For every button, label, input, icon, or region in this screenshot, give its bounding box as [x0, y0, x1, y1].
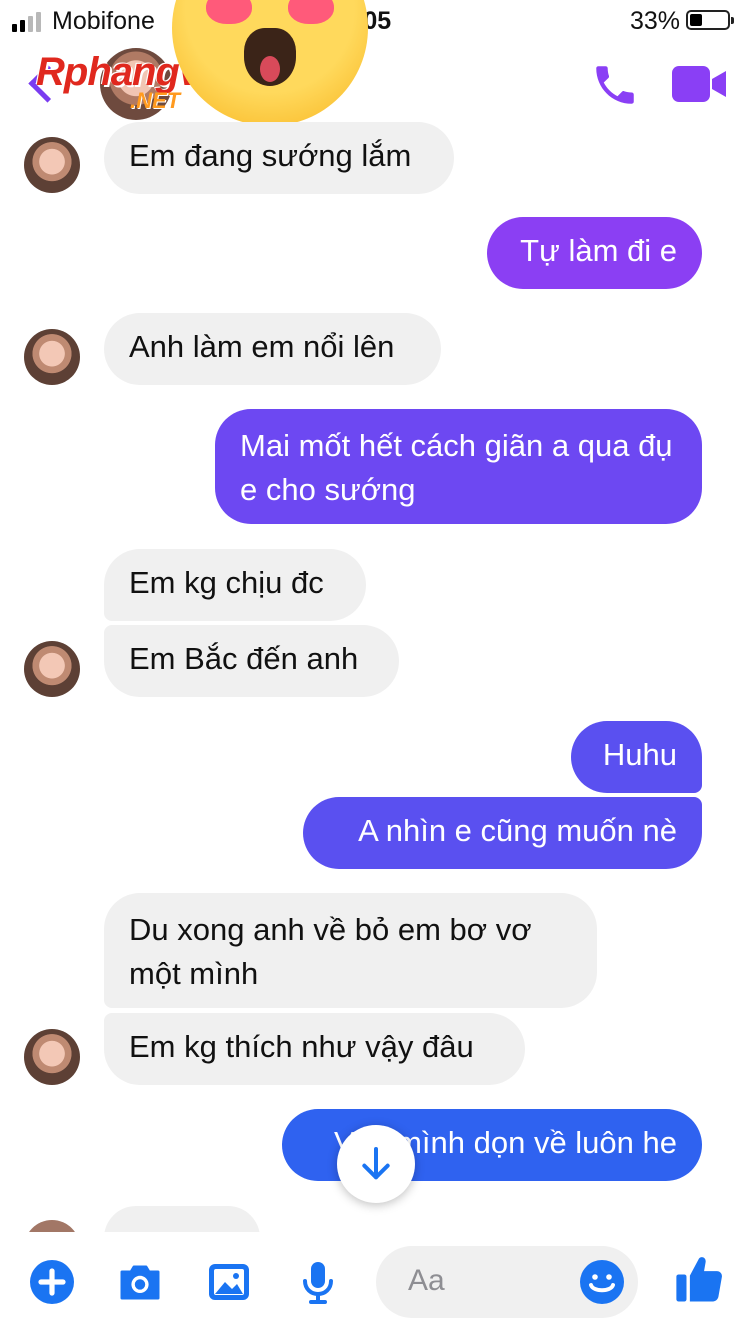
- microphone-icon[interactable]: [294, 1258, 342, 1306]
- like-icon[interactable]: [673, 1252, 727, 1306]
- scroll-to-bottom-button[interactable]: [337, 1125, 415, 1203]
- outgoing-message: Huhu: [571, 721, 702, 793]
- incoming-message: Anh làm em nổi lên: [104, 313, 441, 385]
- heart-eyes-emoji-icon: [172, 0, 368, 126]
- phone-icon[interactable]: [590, 60, 640, 110]
- incoming-message: Em kg chịu đc: [104, 549, 366, 621]
- incoming-message: Em Bắc đến anh: [104, 625, 399, 697]
- sender-avatar[interactable]: [24, 1029, 80, 1085]
- outgoing-message: A nhìn e cũng muốn nè: [303, 797, 702, 869]
- carrier-label: Mobifone: [52, 7, 155, 35]
- emoji-icon[interactable]: [578, 1258, 626, 1306]
- incoming-message: Em kg thích như vậy đâu: [104, 1013, 525, 1085]
- arrow-down-icon: [362, 1147, 390, 1180]
- signal-icon: [12, 12, 41, 32]
- gallery-icon[interactable]: [205, 1258, 253, 1306]
- sender-avatar[interactable]: [24, 137, 80, 193]
- incoming-message: Du xong anh về bỏ em bơ vơ một mình: [104, 893, 597, 1008]
- incoming-message: Em đang sướng lắm: [104, 122, 454, 194]
- battery-percent: 33%: [630, 7, 681, 35]
- camera-icon[interactable]: [116, 1258, 164, 1306]
- status-bar: Mobifone :05 33%: [0, 0, 750, 42]
- outgoing-message: Tự làm đi e: [487, 217, 702, 289]
- sender-avatar[interactable]: [24, 329, 80, 385]
- watermark-suffix: .NET: [130, 88, 181, 113]
- outgoing-message: Mai mốt hết cách giãn a qua đụ e cho sướ…: [215, 409, 702, 524]
- video-camera-icon[interactable]: [672, 64, 728, 104]
- sender-avatar[interactable]: [24, 641, 80, 697]
- battery-icon: [686, 10, 734, 30]
- plus-icon[interactable]: [28, 1258, 76, 1306]
- message-input-placeholder: Aa: [408, 1264, 445, 1297]
